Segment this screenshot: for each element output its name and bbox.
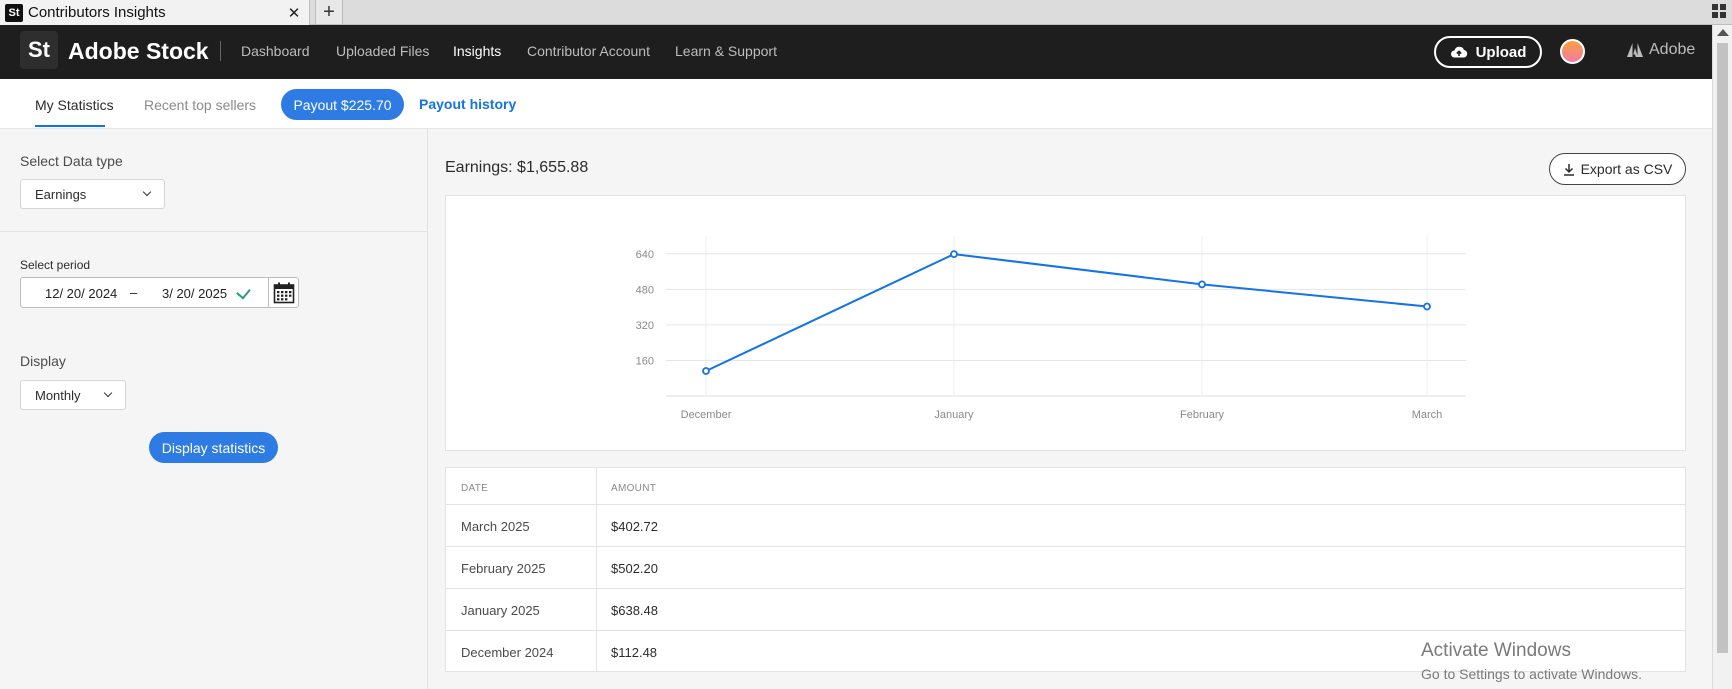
x-tick-label: December — [681, 409, 732, 421]
adobe-stock-logo-icon[interactable]: St — [20, 31, 58, 69]
sub-navigation: My Statistics Recent top sellers Payout … — [0, 79, 1712, 129]
browser-tab-title: Contributors Insights — [28, 4, 166, 21]
cloud-upload-icon — [1450, 46, 1467, 58]
data-type-label: Select Data type — [20, 153, 123, 169]
date-range-picker[interactable]: 12/ 20/ 2024 – 3/ 20/ 2025 — [20, 277, 299, 308]
y-tick-label: 160 — [636, 355, 654, 367]
display-value: Monthly — [35, 387, 81, 403]
data-point — [702, 367, 710, 375]
data-point — [1198, 280, 1206, 289]
download-icon — [1563, 163, 1574, 176]
tab-menu-icon[interactable] — [1712, 4, 1726, 18]
nav-item-contributor-account[interactable]: Contributor Account — [527, 43, 650, 59]
data-type-value: Earnings — [35, 186, 87, 202]
date-range-separator: – — [130, 285, 138, 300]
row-amount: $638.48 — [611, 603, 658, 618]
x-tick-label: February — [1180, 409, 1225, 421]
chevron-down-icon — [142, 187, 152, 197]
date-to-field[interactable]: 3/ 20/ 2025 — [162, 286, 227, 301]
x-tick-label: March — [1412, 409, 1443, 421]
close-tab-icon[interactable]: ✕ — [285, 4, 303, 22]
row-date: February 2025 — [461, 561, 546, 576]
tab-my-statistics[interactable]: My Statistics — [35, 97, 114, 113]
payout-button[interactable]: Payout $225.70 — [281, 89, 404, 120]
nav-item-uploaded-files[interactable]: Uploaded Files — [336, 43, 429, 59]
x-tick-label: January — [934, 409, 974, 421]
row-amount: $402.72 — [611, 519, 658, 534]
y-tick-label: 320 — [636, 320, 654, 332]
upload-label: Upload — [1475, 43, 1527, 61]
nav-item-learn-support[interactable]: Learn & Support — [675, 43, 777, 59]
nav-item-dashboard[interactable]: Dashboard — [241, 43, 310, 59]
brand-name[interactable]: Adobe Stock — [68, 38, 209, 65]
scroll-up-arrow-icon[interactable] — [1717, 29, 1729, 36]
calendar-button[interactable] — [268, 278, 299, 307]
data-point — [1423, 302, 1431, 311]
adobe-link[interactable]: Adobe — [1627, 41, 1695, 59]
y-tick-label: 480 — [636, 284, 654, 296]
page-scrollbar[interactable] — [1712, 25, 1732, 689]
tab-recent-top-sellers[interactable]: Recent top sellers — [144, 97, 256, 113]
payout-history-link[interactable]: Payout history — [419, 96, 516, 112]
row-date: March 2025 — [461, 519, 530, 534]
display-dropdown[interactable]: Monthly — [20, 380, 126, 410]
data-type-dropdown[interactable]: Earnings — [20, 179, 165, 209]
export-csv-label: Export as CSV — [1580, 161, 1673, 177]
y-tick-label: 640 — [636, 249, 654, 261]
earnings-series-line — [705, 253, 1428, 372]
new-tab-button[interactable]: + — [315, 0, 343, 25]
chevron-down-icon — [103, 388, 113, 398]
earnings-total: Earnings: $1,655.88 — [445, 159, 589, 176]
row-amount: $112.48 — [611, 645, 658, 660]
top-navigation: St Adobe Stock Dashboard Uploaded Files … — [0, 25, 1712, 79]
filter-divider — [0, 231, 427, 232]
user-avatar[interactable] — [1560, 39, 1585, 64]
row-amount: $502.20 — [611, 561, 658, 576]
filter-panel: Select Data type Earnings Select period … — [0, 129, 428, 689]
data-point — [950, 250, 958, 259]
active-tab-indicator — [35, 125, 105, 127]
table-header-date: DATE — [461, 483, 489, 494]
table-row: March 2025 $402.72 — [446, 504, 1685, 546]
display-label: Display — [20, 353, 66, 369]
browser-tab-strip: St Contributors Insights ✕ + — [0, 0, 1732, 25]
adobe-logo-icon — [1627, 43, 1643, 57]
activate-windows-subtitle: Go to Settings to activate Windows. — [1421, 666, 1642, 682]
display-statistics-button[interactable]: Display statistics — [149, 432, 278, 463]
table-header-amount: AMOUNT — [611, 483, 657, 494]
export-csv-button[interactable]: Export as CSV — [1549, 153, 1686, 185]
table-row: January 2025 $638.48 — [446, 588, 1685, 630]
scroll-thumb[interactable] — [1717, 43, 1728, 653]
row-date: December 2024 — [461, 645, 554, 660]
period-label: Select period — [20, 258, 91, 272]
nav-divider — [220, 41, 221, 61]
date-from-field[interactable]: 12/ 20/ 2024 — [45, 286, 117, 301]
earnings-line-chart: 160 320 480 640 December January February March — [636, 236, 1466, 421]
browser-tab[interactable]: St Contributors Insights ✕ — [0, 0, 310, 25]
upload-button[interactable]: Upload — [1434, 36, 1542, 68]
calendar-icon — [273, 282, 295, 303]
activate-windows-watermark: Activate Windows Go to Settings to activ… — [1421, 640, 1642, 682]
activate-windows-title: Activate Windows — [1421, 640, 1571, 661]
earnings-chart-card: 160 320 480 640 December January February March — [445, 195, 1686, 451]
row-date: January 2025 — [461, 603, 540, 618]
checkmark-icon — [236, 284, 251, 300]
table-row: February 2025 $502.20 — [446, 546, 1685, 588]
nav-item-insights[interactable]: Insights — [453, 43, 501, 59]
adobe-label: Adobe — [1649, 41, 1696, 58]
adobe-stock-favicon-icon: St — [5, 3, 23, 22]
